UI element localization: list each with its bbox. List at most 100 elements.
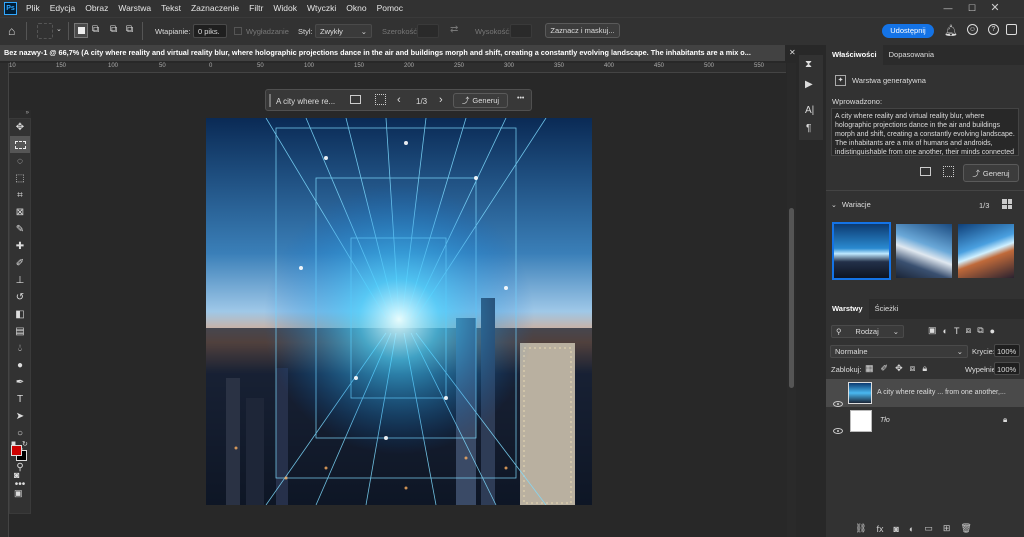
tab-layers[interactable]: Warstwy xyxy=(826,299,869,319)
generated-city-image[interactable] xyxy=(206,118,592,505)
panel-generate-button[interactable]: ⤴ Generuj xyxy=(963,164,1019,182)
swap-colors-icon[interactable]: ↻ xyxy=(22,440,28,448)
menu-okno[interactable]: Okno xyxy=(341,0,371,17)
minimize-icon[interactable]: — xyxy=(938,0,958,17)
menu-warstwa[interactable]: Warstwa xyxy=(113,0,156,17)
document-tab[interactable]: Bez nazwy-1 @ 66,7% (A city where realit… xyxy=(0,45,785,61)
object-selection-tool-icon[interactable]: ⬚ xyxy=(10,170,30,187)
group-icon[interactable]: ▭ xyxy=(924,523,933,534)
adjustment-layer-icon[interactable]: ◐ xyxy=(909,524,914,534)
menu-obraz[interactable]: Obraz xyxy=(80,0,113,17)
type-tool-icon[interactable]: T xyxy=(10,391,30,408)
share-button[interactable]: Udostępnij xyxy=(882,24,934,38)
character-panel-icon[interactable]: A| xyxy=(805,105,814,116)
brush-tool-icon[interactable]: ✐ xyxy=(10,255,30,272)
move-tool-icon[interactable]: ✥ xyxy=(10,119,30,136)
type-filter-icon[interactable]: T xyxy=(954,326,960,336)
path-selection-icon[interactable]: ➤ xyxy=(10,408,30,425)
layer-mask-icon[interactable]: ◙ xyxy=(893,524,898,534)
subtract-selection-icon[interactable]: ⧉ xyxy=(110,24,117,35)
dodge-tool-icon[interactable]: ● xyxy=(10,357,30,374)
variations-header[interactable]: ⌄ Wariacje xyxy=(831,200,871,209)
variations-grid-icon[interactable] xyxy=(943,166,954,177)
width-input[interactable] xyxy=(417,24,439,38)
delete-layer-icon[interactable]: 🗑︎ xyxy=(960,523,971,534)
layer-name[interactable]: Tło xyxy=(880,417,890,424)
menu-filtr[interactable]: Filtr xyxy=(244,0,268,17)
adjustment-filter-icon[interactable]: ◐ xyxy=(943,326,948,336)
reference-image-icon[interactable] xyxy=(920,167,931,176)
actions-panel-icon[interactable]: ▶ xyxy=(805,79,813,90)
previous-icon[interactable]: ‹ xyxy=(397,94,401,106)
prompt-preview[interactable]: A city where re... xyxy=(276,97,335,106)
grid-view-icon[interactable] xyxy=(1002,199,1012,209)
variations-grid-icon[interactable] xyxy=(375,94,386,105)
layer-name[interactable]: A city where reality ... from one anothe… xyxy=(877,389,1006,396)
variation-thumbnail-2[interactable] xyxy=(896,224,952,278)
lock-position-icon[interactable]: ✥ xyxy=(895,363,903,374)
layer-filter-select[interactable]: ⚲ Rodzaj ⌄ xyxy=(831,325,904,338)
lock-artboard-icon[interactable]: ⧈ xyxy=(910,363,916,374)
add-selection-icon[interactable]: ⧉ xyxy=(92,24,99,35)
menu-widok[interactable]: Widok xyxy=(268,0,302,17)
image-icon[interactable] xyxy=(350,95,361,104)
menu-edycja[interactable]: Edycja xyxy=(45,0,81,17)
history-brush-icon[interactable]: ↺ xyxy=(10,289,30,306)
quick-mask-icon[interactable]: ◙ xyxy=(14,470,19,480)
blend-mode-select[interactable]: Normalne ⌄ xyxy=(830,345,968,358)
opacity-input[interactable]: 100% xyxy=(994,344,1020,357)
pen-tool-icon[interactable]: ✒ xyxy=(10,374,30,391)
visibility-eye-icon[interactable] xyxy=(833,428,843,434)
menu-wtyczki[interactable]: Wtyczki xyxy=(302,0,341,17)
generate-button[interactable]: ⤴ Generuj xyxy=(453,93,508,108)
tab-properties[interactable]: Właściwości xyxy=(826,45,883,65)
clone-stamp-icon[interactable]: ⊥ xyxy=(10,272,30,289)
lasso-tool-icon[interactable]: ◌ xyxy=(10,153,30,170)
pixel-filter-icon[interactable]: ▣ xyxy=(928,325,937,336)
filter-toggle-icon[interactable]: ● xyxy=(990,326,995,336)
marquee-tool-icon[interactable] xyxy=(10,136,30,153)
link-layers-icon[interactable]: ⛓ xyxy=(855,523,866,534)
feather-input[interactable]: 0 piks. xyxy=(193,24,227,38)
bell-icon[interactable]: 🔔︎ xyxy=(944,24,958,37)
blur-tool-icon[interactable]: 💧︎ xyxy=(10,340,30,357)
close-icon[interactable]: ✕ xyxy=(985,0,1005,17)
smart-object-filter-icon[interactable]: ⧉ xyxy=(977,325,983,336)
variation-thumbnail-1[interactable] xyxy=(832,222,891,280)
healing-brush-icon[interactable]: ✚ xyxy=(10,238,30,255)
close-tab-icon[interactable]: ✕ xyxy=(789,48,796,57)
shape-filter-icon[interactable]: ⧈ xyxy=(965,325,971,336)
screen-mode-icon[interactable]: ▣ xyxy=(14,488,23,499)
prompt-textarea[interactable]: A city where reality and virtual reality… xyxy=(831,108,1019,156)
crop-tool-icon[interactable]: ⌗ xyxy=(10,187,30,204)
vertical-scrollbar[interactable] xyxy=(787,63,796,537)
history-panel-icon[interactable]: ⧗ xyxy=(805,59,812,70)
layer-style-icon[interactable]: fx xyxy=(876,524,883,534)
select-and-mask-button[interactable]: Zaznacz i maskuj... xyxy=(545,23,620,38)
eyedropper-tool-icon[interactable]: ✎ xyxy=(10,221,30,238)
menu-tekst[interactable]: Tekst xyxy=(156,0,186,17)
tab-adjustments[interactable]: Dopasowania xyxy=(883,45,940,65)
layer-row-background[interactable]: Tło 🔒︎ xyxy=(826,408,1024,434)
new-selection-icon[interactable] xyxy=(74,23,88,38)
height-input[interactable] xyxy=(510,24,532,38)
lock-all-icon[interactable]: 🔒︎ xyxy=(922,363,927,374)
learn-icon[interactable]: ☺ xyxy=(967,24,978,35)
foreground-color-swatch[interactable] xyxy=(11,445,22,456)
chevron-down-icon[interactable]: ⌄ xyxy=(56,25,62,33)
swap-icon[interactable]: ⇄ xyxy=(450,24,458,35)
intersect-selection-icon[interactable]: ⧉ xyxy=(126,24,133,35)
maximize-icon[interactable]: ☐ xyxy=(962,0,982,17)
layer-row-generative[interactable]: A city where reality ... from one anothe… xyxy=(826,379,1024,407)
gradient-tool-icon[interactable]: ▤ xyxy=(10,323,30,340)
workspace-icon[interactable] xyxy=(1006,24,1017,35)
next-icon[interactable]: › xyxy=(439,94,443,106)
more-options-icon[interactable]: ••• xyxy=(517,95,524,102)
menu-plik[interactable]: Plik xyxy=(21,0,45,17)
toolbar-header[interactable]: » xyxy=(9,110,31,118)
marquee-preset-icon[interactable] xyxy=(37,23,53,39)
fill-input[interactable]: 100% xyxy=(994,362,1020,375)
menu-pomoc[interactable]: Pomoc xyxy=(372,0,408,17)
drag-handle[interactable] xyxy=(269,94,271,107)
antialias-checkbox[interactable] xyxy=(234,27,242,35)
